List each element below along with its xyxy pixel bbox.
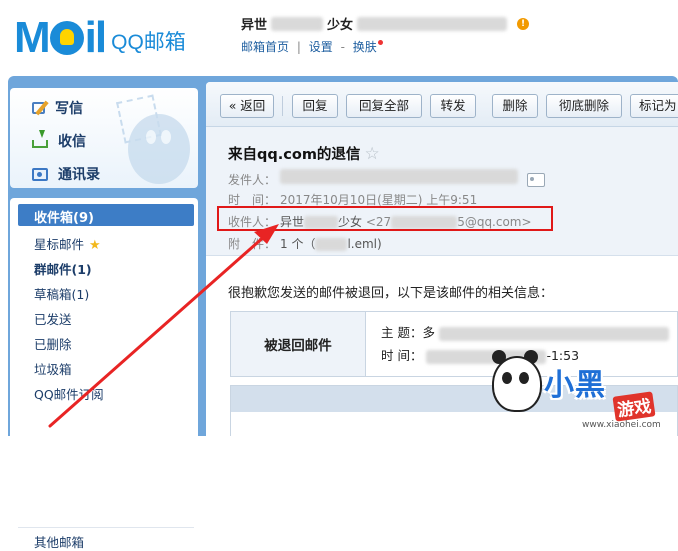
back-button[interactable]: « 返回: [220, 94, 274, 118]
logo-wordmark: Mil: [14, 13, 107, 62]
header: Mil QQ邮箱 异世 少女 ! 邮箱首页 | 设置 - 换肤: [0, 0, 678, 76]
forward-button[interactable]: 转发: [430, 94, 476, 118]
contacts-button[interactable]: 通讯录: [32, 164, 100, 184]
mark-as-button[interactable]: 标记为: [630, 94, 678, 118]
folder-deleted[interactable]: 已删除: [34, 334, 72, 353]
attachment-label: 附 件：: [228, 237, 277, 251]
toolbar-separator: [282, 96, 283, 116]
watermark-text: 小黑: [544, 368, 606, 403]
mailbox-home-link[interactable]: 邮箱首页: [241, 40, 289, 54]
penguin-decoration: [128, 114, 190, 184]
attachment-value[interactable]: 1 个（ l.eml): [280, 235, 382, 252]
star-toggle-icon[interactable]: ☆: [364, 144, 379, 164]
redacted-text: [357, 16, 508, 31]
qq-mail-logo[interactable]: Mil QQ邮箱: [14, 8, 186, 68]
redacted-text: [280, 169, 518, 184]
sidebar: 写信 收信 通讯录 收件箱(9) 星标邮件 ★ 群邮件(1) 草稿箱(1) 已发送…: [10, 82, 198, 550]
mail-header: 来自qq.com的退信 ☆ 发件人： 时 间： 2017年10月10日(星期二) …: [206, 127, 678, 256]
folder-inbox-label[interactable]: 收件箱(9): [34, 207, 94, 226]
watermark-url: www.xiaohei.com: [582, 420, 661, 430]
folder-drafts[interactable]: 草稿箱(1): [34, 284, 89, 303]
site-watermark: 小黑 游戏 www.xiaohei.com: [486, 348, 678, 436]
settings-link[interactable]: 设置: [309, 40, 333, 54]
bounced-mail-label: 被退回邮件: [231, 312, 366, 376]
highlight-box: [217, 206, 553, 231]
contacts-icon: [32, 167, 48, 181]
mail-toolbar: « 返回 回复 回复全部 转发 删除 彻底删除 标记为: [206, 82, 678, 127]
redacted-text: [315, 238, 348, 251]
sender-label: 发件人：: [228, 173, 277, 187]
folder-subscriptions[interactable]: QQ邮件订阅: [34, 384, 104, 403]
delete-button[interactable]: 删除: [492, 94, 538, 118]
sender-value: [280, 169, 518, 187]
reply-all-button[interactable]: 回复全部: [346, 94, 422, 118]
folder-group-mail[interactable]: 群邮件(1): [34, 259, 92, 278]
new-indicator-dot: [377, 40, 383, 45]
folder-starred[interactable]: 星标邮件 ★: [34, 234, 101, 253]
product-name: QQ邮箱: [111, 31, 186, 54]
account-name: 异世 少女 !: [241, 14, 530, 33]
redacted-text: [271, 16, 324, 31]
mail-subject: 来自qq.com的退信 ☆: [228, 144, 380, 164]
bounce-message: 很抱歉您发送的邮件被退回，以下是该邮件的相关信息：: [228, 286, 554, 301]
status-alert-icon[interactable]: !: [517, 17, 530, 30]
panda-logo: [492, 356, 542, 412]
quick-actions: 写信 收信 通讯录: [10, 88, 198, 188]
receive-button[interactable]: 收信: [32, 130, 86, 151]
folder-sent[interactable]: 已发送: [34, 309, 72, 328]
header-links: 邮箱首页 | 设置 - 换肤: [241, 38, 383, 55]
delete-permanently-button[interactable]: 彻底删除: [546, 94, 622, 118]
folder-spam[interactable]: 垃圾箱: [34, 359, 72, 378]
link-separator: -: [340, 40, 345, 54]
reply-button[interactable]: 回复: [292, 94, 338, 118]
folder-other-mailboxes[interactable]: 其他邮箱: [34, 532, 84, 551]
change-skin-link[interactable]: 换肤: [353, 40, 377, 54]
folder-list: 收件箱(9) 星标邮件 ★ 群邮件(1) 草稿箱(1) 已发送 已删除 垃圾箱 Q…: [10, 198, 198, 550]
redacted-text: [438, 326, 669, 341]
link-separator: |: [296, 40, 301, 54]
star-icon: ★: [89, 238, 101, 253]
logo-bell-icon: [49, 21, 84, 55]
contact-card-icon[interactable]: [527, 173, 545, 187]
receive-icon: [32, 130, 48, 148]
divider: [18, 527, 194, 528]
bounced-subject-row: 主 题：多: [381, 322, 669, 341]
compose-icon: [32, 102, 45, 114]
watermark-badge: 游戏: [612, 391, 656, 422]
compose-button[interactable]: 写信: [32, 98, 83, 118]
